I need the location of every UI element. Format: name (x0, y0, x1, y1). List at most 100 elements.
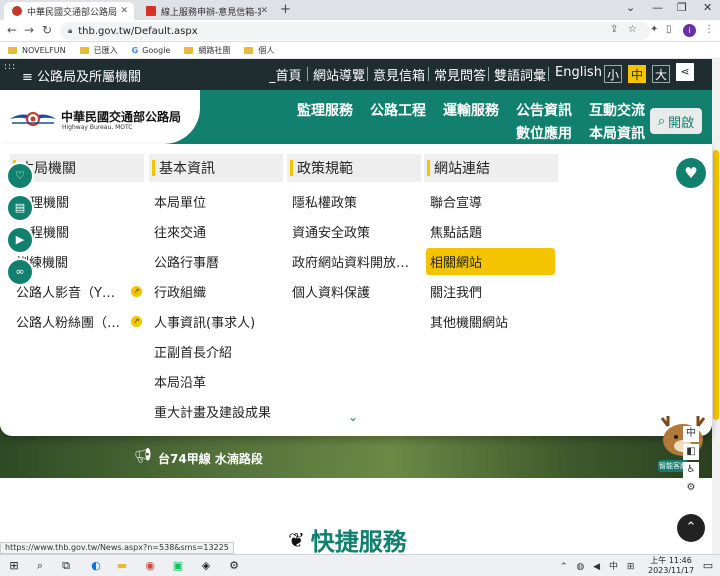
ime-indicator[interactable]: 中 (609, 562, 618, 572)
hero-news-ticker[interactable]: 台74甲線 水湳路段 (158, 450, 263, 467)
contrast-button[interactable]: ◧ (683, 444, 699, 460)
bookmark-google[interactable]: G Google (132, 46, 171, 55)
top-link-glossary[interactable]: 雙語詞彙 (494, 65, 546, 84)
video-icon[interactable]: ▶ (6, 226, 34, 254)
open-search-button[interactable]: ⌕ 開啟 (650, 108, 702, 134)
chrome-icon[interactable]: ◉ (142, 558, 158, 574)
menu-item-agencies-admin[interactable]: 理機關 (30, 192, 69, 211)
menu-item-other-agencies[interactable]: 其他機關網站 (430, 312, 508, 331)
minimize-icon[interactable]: — (652, 1, 663, 14)
menu-item-follow-us[interactable]: 關注我們 (430, 282, 482, 301)
ime-mode-icon[interactable]: ⊞ (627, 562, 635, 572)
heart-rate-icon[interactable]: ♡ (6, 162, 34, 190)
bookmark-community[interactable]: 網路社團 (184, 45, 230, 56)
site-logo[interactable]: 中華民國交通部公路局 Highway Bureau, MOTC (0, 90, 200, 144)
chinese-language-button[interactable]: 中 (683, 426, 699, 442)
nav-interaction[interactable]: 互動交流 (589, 100, 645, 120)
menu-item-major-projects[interactable]: 重大計畫及建設成果 (154, 402, 271, 421)
menu-item-focus-topics[interactable]: 焦點話題 (430, 222, 482, 241)
menu-item-related-sites[interactable]: 相關網站 (426, 248, 555, 275)
menu-item-history[interactable]: 本局沿革 (154, 372, 206, 391)
network-icon[interactable]: ◍ (576, 562, 584, 572)
sidebar-icon[interactable]: ▯ (666, 24, 672, 35)
bookmark-novelfun[interactable]: NOVELFUN (8, 46, 66, 55)
settings-gear-icon[interactable]: ⚙ (683, 480, 699, 496)
accesskey-dots[interactable]: ::: (4, 62, 16, 72)
top-link-sitemap[interactable]: 網站導覽 (313, 65, 365, 84)
menu-item-directors[interactable]: 正副首長介紹 (154, 342, 232, 361)
top-link-home[interactable]: _首頁 (269, 65, 302, 84)
nav-bureau-info[interactable]: 本局資訊 (589, 123, 645, 143)
reload-icon[interactable]: ↻ (42, 23, 52, 37)
nav-highway-engineering[interactable]: 公路工程 (370, 100, 426, 120)
link-icon[interactable]: ∞ (6, 258, 34, 286)
menu-item-youtube[interactable]: 公路人影音（Y… (16, 282, 126, 301)
task-view-icon[interactable]: ⧉ (58, 558, 74, 574)
menu-item-organization[interactable]: 行政組織 (154, 282, 206, 301)
edge-icon[interactable]: ◐ (88, 558, 104, 574)
menu-item-joint-promo[interactable]: 聯合宣導 (430, 192, 482, 211)
menu-item-open-data[interactable]: 政府網站資料開放… (292, 252, 416, 271)
search-icon: ⌕ (657, 113, 666, 129)
menu-item-calendar[interactable]: 公路行事曆 (154, 252, 219, 271)
top-link-mailbox[interactable]: 意見信箱 (373, 65, 425, 84)
accessibility-icon[interactable]: ♿︎ (683, 462, 699, 478)
document-icon[interactable]: ▤ (6, 194, 34, 222)
menu-item-privacy[interactable]: 隱私權政策 (292, 192, 357, 211)
top-link-faq[interactable]: 常見問答 (434, 65, 486, 84)
volume-icon[interactable]: ◀ (593, 562, 600, 572)
nav-digital-apps[interactable]: 數位應用 (516, 123, 572, 143)
menu-item-fanpage[interactable]: 公路人粉絲團（… (16, 312, 126, 331)
menu-column-basic-info[interactable]: 基本資訊 (149, 154, 283, 182)
bookmark-star-icon[interactable]: ☆ (628, 24, 637, 35)
settings-icon[interactable]: ⚙ (226, 558, 242, 574)
menu-item-agencies-engineering[interactable]: 程機關 (30, 222, 69, 241)
search-icon[interactable]: ⌕ (32, 558, 48, 574)
menu-column-links[interactable]: 網站連結 (424, 154, 558, 182)
menu-item-units[interactable]: 本局單位 (154, 192, 206, 211)
tab-thb[interactable]: 中華民國交通部公路局 ✕ (4, 2, 134, 20)
menu-item-personnel[interactable]: 人事資訊(事求人) (154, 312, 255, 331)
font-size-small-button[interactable]: 小 (604, 65, 622, 83)
share-page-icon[interactable]: ⇪ (610, 24, 618, 35)
menu-item-traffic[interactable]: 往來交通 (154, 222, 206, 241)
tab-online-service[interactable]: 線上服務申辦-意見信箱-案件追蹤 ✕ (138, 2, 274, 20)
notifications-icon[interactable]: ▭ (700, 558, 716, 574)
window-close-icon[interactable]: ✕ (703, 1, 712, 14)
nav-transport-services[interactable]: 運輸服務 (443, 100, 499, 120)
bookmark-personal[interactable]: 個人 (244, 45, 274, 56)
menu-column-policy[interactable]: 政策規範 (287, 154, 421, 182)
system-clock[interactable]: 上午 11:46 2023/11/17 (648, 556, 694, 576)
menu-kebab-icon[interactable]: ⋮ (704, 24, 714, 35)
app-icon[interactable]: ◈ (198, 558, 214, 574)
url-field[interactable]: 🔒︎ thb.gov.tw/Default.aspx (60, 22, 650, 40)
bookmark-imported[interactable]: 已匯入 (79, 45, 118, 56)
extensions-icon[interactable]: ✦ (650, 24, 658, 35)
chevron-down-icon[interactable]: ⌄ (348, 410, 358, 424)
maximize-icon[interactable]: ❐ (677, 1, 687, 14)
share-icon[interactable]: ⋖ (676, 63, 694, 81)
nav-supervision-services[interactable]: 監理服務 (297, 100, 353, 120)
file-explorer-icon[interactable]: ▬ (114, 558, 130, 574)
forward-icon[interactable]: → (24, 23, 34, 37)
google-icon: G (131, 45, 139, 55)
close-icon[interactable]: ✕ (120, 6, 128, 16)
windows-start-icon[interactable]: ⊞ (6, 558, 22, 574)
back-to-top-button[interactable]: ⌃ (677, 514, 705, 542)
bureaus-dropdown[interactable]: ≡ 公路局及所屬機關 (22, 66, 141, 85)
menu-item-personal-data[interactable]: 個人資料保護 (292, 282, 370, 301)
close-icon[interactable]: ✕ (260, 6, 268, 16)
font-size-medium-button[interactable]: 中 (628, 65, 646, 83)
line-icon[interactable]: ▣ (170, 558, 186, 574)
nav-announcements[interactable]: 公告資訊 (516, 100, 572, 120)
new-tab-button[interactable]: + (280, 2, 291, 17)
scrollbar-thumb[interactable] (713, 150, 719, 420)
back-icon[interactable]: ← (7, 23, 17, 37)
top-link-english[interactable]: English (555, 65, 602, 80)
profile-avatar[interactable]: i (683, 24, 696, 37)
favorite-heart-icon[interactable]: ♥ (676, 158, 706, 188)
font-size-large-button[interactable]: 大 (652, 65, 670, 83)
menu-item-security[interactable]: 資通安全政策 (292, 222, 370, 241)
tab-search-chevron-icon[interactable]: ⌄ (626, 1, 635, 14)
tray-overflow-icon[interactable]: ⌃ (560, 562, 568, 572)
